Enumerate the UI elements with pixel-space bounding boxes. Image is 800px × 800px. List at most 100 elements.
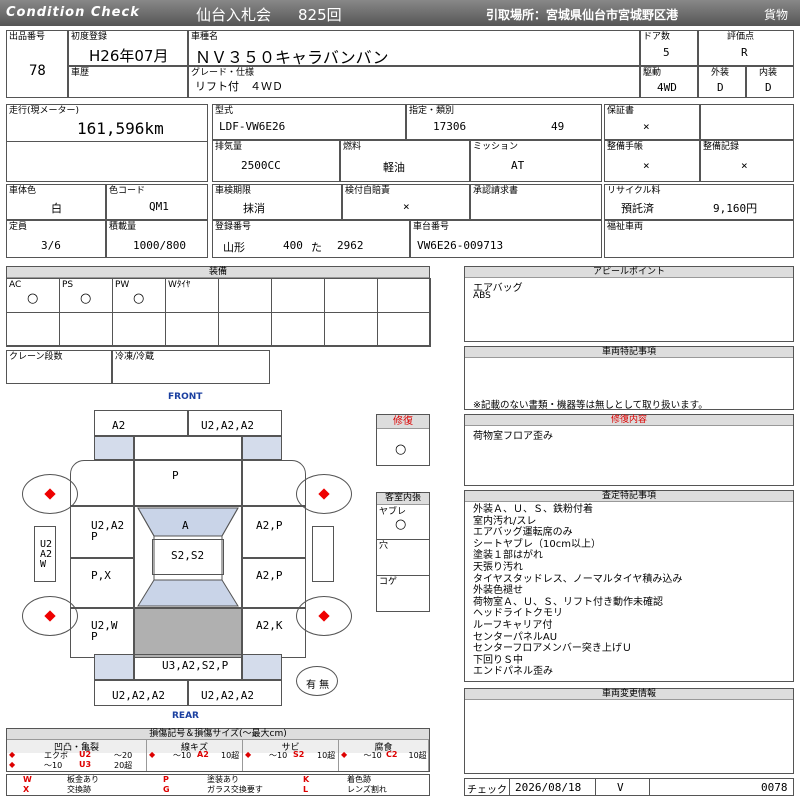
inspection-note: ヘッドライトクモリ (473, 608, 563, 620)
dmg-left-mid: P,X (91, 569, 111, 582)
cabin-item-1: 穴 (379, 541, 389, 551)
recycle-label: リサイクル料 (607, 186, 661, 196)
warranty-extra-box (700, 104, 794, 140)
dmg-right-rear: A2,K (256, 619, 283, 632)
reg-kana: た (311, 241, 322, 254)
special-note: ※記載のない書類・機器等は無しとして取り扱います。 (473, 400, 708, 411)
warranty-value: × (643, 120, 650, 133)
freezer-label: 冷凍/冷蔵 (115, 352, 155, 362)
dmg-mirror-left: U2 A2 W (40, 539, 53, 570)
maint-record-box: 整備記録 × (700, 140, 794, 182)
freezer-box: 冷凍/冷蔵 (112, 350, 270, 384)
legend-cell: ～10 (173, 751, 192, 760)
body-color-box: 車体色 白 (6, 184, 106, 220)
dmg-rear-left: U2,A2,A2 (112, 689, 165, 702)
cabin-item-0: ヤブレ (379, 507, 407, 517)
right-side-step (312, 526, 334, 582)
inspection-note: タイヤスタッドレス、ノーマルタイヤ積み込み (473, 573, 683, 585)
inspection-note: ルーフキャリア付 (473, 619, 553, 631)
legend-code-desc: ガラス交換要す (207, 785, 263, 794)
insurance-label: 検付自賠責 (345, 186, 391, 196)
legend-cell: ◆ (9, 760, 16, 769)
equipment-title: 装備 (7, 267, 429, 278)
exterior-label: 外装 (711, 68, 730, 78)
special-panel: 車両特記事項 ※記載のない書類・機器等は無しとして取り扱います。 (464, 346, 794, 411)
equipment-cell (218, 312, 272, 347)
equipment-cell (218, 278, 272, 313)
auction-name: 仙台入札会 (196, 6, 272, 24)
legend-codes: W 板金あり P 塗装あり K 着色跡 X 交換跡 G ガラス交換要す L レンズ割れ (6, 774, 430, 796)
dmg-right-front-door: A2,P (256, 519, 283, 532)
exterior-value: D (717, 81, 724, 94)
equipment-cell (271, 312, 325, 347)
doors-value: 5 (663, 46, 670, 59)
equipment-cell (377, 278, 431, 313)
inspection-note: センターパネルAU (473, 631, 558, 643)
tire-mark-rear-left (44, 610, 56, 622)
change-info-title: 車両変更情報 (465, 689, 793, 700)
left-fender (70, 460, 134, 506)
equipment-cell (112, 312, 166, 347)
equipment-cell: AC ○ (6, 278, 60, 313)
rear-right-corner (242, 654, 282, 680)
left-mid-door (70, 558, 134, 608)
equipment-cell (271, 278, 325, 313)
tire-mark-front-left (44, 488, 56, 500)
equipment-cell: PS ○ (59, 278, 113, 313)
legend-group: 凹凸・亀裂 ◆ エクボ U2 ～20 ◆ ～10 U3 20超 (7, 740, 147, 771)
legend-group: 線キズ ◆ ～10 A2 10超 (147, 740, 243, 771)
interior-value: D (765, 81, 772, 94)
model-value: LDF-VW6E26 (219, 120, 286, 133)
inspection-notes-title: 査定特記事項 (465, 491, 793, 502)
special-title: 車両特記事項 (465, 347, 793, 358)
dmg-right-mid: A2,P (256, 569, 283, 582)
legend-cell: 10超 (317, 751, 336, 760)
appeal-line-1: ABS (473, 291, 491, 301)
vehicle-category: 貨物 (764, 8, 789, 22)
model-box: 型式 LDF-VW6E26 (212, 104, 406, 140)
vehicle-name: ＮＶ３５０キャラバンバン (195, 48, 389, 67)
equipment-cell (165, 312, 219, 347)
welfare-box: 福祉車両 (604, 220, 794, 258)
cabin-title: 客室内張 (377, 493, 429, 505)
tire-mark-front-right (318, 488, 330, 500)
grade-label: グレード・仕様 (191, 68, 255, 78)
rear-label: REAR (172, 711, 199, 721)
maint-book-label: 整備手帳 (607, 142, 644, 152)
hood (134, 460, 242, 506)
front-center (134, 436, 242, 460)
inspection-note: 外装色褪せ (473, 585, 523, 597)
equipment-mark: ○ (80, 291, 92, 306)
front-left-corner (94, 436, 134, 460)
legend-panel: 損傷記号＆損傷サイズ(～最大cm) 凹凸・亀裂 ◆ エクボ U2 ～20 ◆ ～10 U3 20… (6, 728, 430, 772)
lot-box: 出品番号 78 (6, 30, 68, 98)
mission-value: AT (511, 159, 525, 172)
mission-label: ミッション (473, 142, 519, 152)
equipment-label: AC (9, 280, 22, 290)
color-code-label: 色コード (109, 186, 146, 196)
body-color-value: 白 (51, 202, 62, 215)
auction-session: 825回 (298, 6, 342, 24)
dmg-windshield: A (182, 519, 189, 532)
chassis-value: VW6E26-009713 (417, 239, 504, 252)
legend-cell: 10超 (221, 751, 240, 760)
tire-mark-rear-right (318, 610, 330, 622)
equipment-mark: ○ (27, 291, 39, 306)
dmg-left-rear: U2,W P (91, 619, 118, 643)
warranty-box: 保証書 × (604, 104, 700, 140)
dmg-rear-right: U2,A2,A2 (201, 689, 254, 702)
equipment-cell: PW ○ (112, 278, 166, 313)
reg-class: 400 (283, 239, 303, 252)
legend-code: X (23, 785, 30, 794)
inspection-value: 抹消 (243, 202, 265, 215)
history-label: 車歴 (71, 68, 90, 78)
logo: Condition Check (6, 5, 140, 20)
front-left-panel (94, 410, 188, 436)
insurance-box: 検付自賠責 × (342, 184, 470, 220)
fuel-label: 燃料 (343, 142, 362, 152)
legend-groups: 凹凸・亀裂 ◆ エクボ U2 ～20 ◆ ～10 U3 20超 線キズ ◆ ～10 A2 10超 サビ ◆ ～1… (7, 740, 429, 771)
tire-front-right (296, 474, 352, 514)
change-info-panel: 車両変更情報 (464, 688, 794, 774)
legend-code-desc: 塗装あり (207, 775, 239, 784)
name-label: 車種名 (191, 32, 219, 42)
